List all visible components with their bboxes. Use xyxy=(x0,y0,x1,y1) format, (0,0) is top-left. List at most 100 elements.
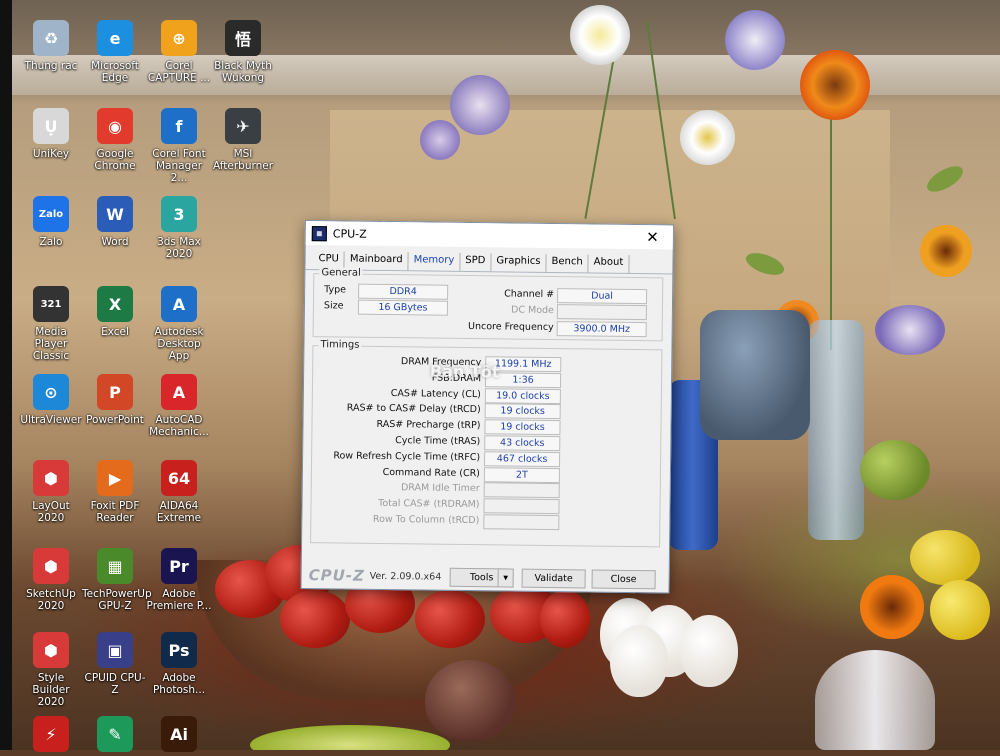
timing-value xyxy=(483,498,560,515)
desktop-icon-black-myth[interactable]: 悟 Black Myth Wukong xyxy=(210,20,276,84)
desktop-icon-corel-capture[interactable]: ⊕ Corel CAPTURE ... xyxy=(146,20,212,84)
aida64-icon: 64 xyxy=(161,460,197,496)
desktop-icon-label: TechPowerUp GPU-Z xyxy=(82,588,152,612)
timing-label: Row To Column (tRCD) xyxy=(372,513,480,527)
layout-icon: ⬢ xyxy=(33,460,69,496)
desktop-icon-excel[interactable]: X Excel xyxy=(82,286,148,338)
close-button[interactable]: Close xyxy=(591,569,656,590)
timing-value: 2T xyxy=(483,466,560,483)
desktop-icon-gpuz[interactable]: ▦ TechPowerUp GPU-Z xyxy=(82,548,152,612)
desktop-icon-label: UltraViewer xyxy=(20,414,82,426)
desktop-icon-cpuz[interactable]: ▣ CPUID CPU-Z xyxy=(82,632,148,696)
type-value: DDR4 xyxy=(358,283,449,300)
tab-graphics[interactable]: Graphics xyxy=(491,253,547,272)
desktop-icon-sketchup[interactable]: ⬢ SketchUp 2020 xyxy=(18,548,84,612)
desktop-icon-label: Adobe Photosh... xyxy=(152,672,206,696)
desktop-icon-aida64[interactable]: 64 AIDA64 Extreme xyxy=(146,460,212,524)
desktop-icon-label: Microsoft Edge xyxy=(91,60,139,84)
excel-icon: X xyxy=(97,286,133,322)
desktop-icon-label: CPUID CPU-Z xyxy=(84,672,146,696)
dc-mode-value xyxy=(556,304,647,321)
uncore-frequency-label: Uncore Frequency xyxy=(467,321,554,334)
timing-value: 19 clocks xyxy=(484,403,561,420)
timing-value xyxy=(483,482,560,499)
wallpaper-leaf xyxy=(923,161,967,197)
wallpaper-peppers xyxy=(860,440,930,500)
wallpaper-fig xyxy=(425,660,515,740)
wallpaper-flower xyxy=(800,50,870,120)
desktop-icon-label: LayOut 2020 xyxy=(32,500,70,524)
desktop-icon-style-builder[interactable]: ⬢ Style Builder 2020 xyxy=(18,632,84,708)
wallpaper-tomato xyxy=(540,590,590,648)
wallpaper-tomato xyxy=(280,590,350,648)
general-group: General Type DDR4 Size 16 GBytes Channel… xyxy=(312,267,664,342)
tools-dropdown-button[interactable]: ▾ xyxy=(497,568,514,588)
uncore-frequency-value: 3900.0 MHz xyxy=(556,321,647,338)
desktop-icon-label: PowerPoint xyxy=(86,414,144,426)
wallpaper-stem xyxy=(830,110,832,350)
desktop-icon-recycle-bin[interactable]: ♻ Thung rac xyxy=(18,20,84,72)
desktop-icon-autocad[interactable]: A AutoCAD Mechanic... xyxy=(146,374,212,438)
corel-font-icon: f xyxy=(161,108,197,144)
desktop-icon-media-player[interactable]: 321 Media Player Classic xyxy=(18,286,84,362)
desktop-icon-label: Zalo xyxy=(39,236,63,248)
tab-about[interactable]: About xyxy=(588,254,630,273)
zalo-icon: Zalo xyxy=(33,196,69,232)
3dsmax-icon: 3 xyxy=(161,196,197,232)
wallpaper-flower xyxy=(920,225,972,277)
desktop-icon-illustrator[interactable]: Ai xyxy=(146,716,212,756)
desktop-icon-autodesk[interactable]: A Autodesk Desktop App xyxy=(146,286,212,362)
desktop-icon-chrome[interactable]: ◉ Google Chrome xyxy=(82,108,148,172)
channel-value: Dual xyxy=(557,288,648,305)
general-legend: General xyxy=(319,267,363,279)
size-value: 16 GBytes xyxy=(357,299,449,316)
timings-legend: Timings xyxy=(318,339,362,351)
desktop-icon-msi-afterburner[interactable]: ✈ MSI Afterburner xyxy=(210,108,276,172)
timing-label: Row Refresh Cycle Time (tRFC) xyxy=(333,450,481,463)
desktop-icon-label: Google Chrome xyxy=(94,148,136,172)
cpuz-window[interactable]: CPU-Z ✕ CPU Mainboard Memory SPD Graphics Ben… xyxy=(300,220,674,594)
desktop-icon-premiere[interactable]: Pr Adobe Premiere P... xyxy=(146,548,212,612)
photoshop-icon: Ps xyxy=(161,632,197,668)
timing-label: Cycle Time (tRAS) xyxy=(395,435,481,448)
close-icon[interactable]: ✕ xyxy=(646,228,659,246)
desktop-icon-ultraviewer[interactable]: ⊙ UltraViewer xyxy=(18,374,84,426)
validate-button[interactable]: Validate xyxy=(521,568,586,589)
desktop-icon-corel-font[interactable]: f Corel Font Manager 2... xyxy=(146,108,212,184)
premiere-icon: Pr xyxy=(161,548,197,584)
desktop-icon-edge[interactable]: e Microsoft Edge xyxy=(82,20,148,84)
desktop-icon-word[interactable]: W Word xyxy=(82,196,148,248)
tools-button-label: Tools xyxy=(469,572,494,584)
wallpaper-flower xyxy=(680,110,735,165)
wallpaper-glass-vase xyxy=(815,650,935,750)
media-player-icon: 321 xyxy=(33,286,69,322)
wallpaper-lemon xyxy=(910,530,980,585)
desktop-icon-3dsmax[interactable]: 3 3ds Max 2020 xyxy=(146,196,212,260)
size-label: Size xyxy=(323,300,344,312)
dc-mode-label: DC Mode xyxy=(510,304,554,317)
gpuz-icon: ▦ xyxy=(97,548,133,584)
powerpoint-icon: P xyxy=(97,374,133,410)
timing-label: Command Rate (CR) xyxy=(382,466,480,479)
tab-memory[interactable]: Memory xyxy=(408,252,461,271)
autodesk-icon: A xyxy=(161,286,197,322)
desktop-icon-app-red[interactable]: ⚡ xyxy=(18,716,84,756)
wallpaper-flower xyxy=(420,120,460,160)
wallpaper-mortar xyxy=(700,310,810,440)
type-label: Type xyxy=(324,284,347,296)
desktop-icon-layout[interactable]: ⬢ LayOut 2020 xyxy=(18,460,84,524)
desktop-icon-zalo[interactable]: Zalo Zalo xyxy=(18,196,84,248)
desktop-icon-photoshop[interactable]: Ps Adobe Photosh... xyxy=(146,632,212,696)
edge-icon: e xyxy=(97,20,133,56)
desktop-icon-unikey[interactable]: Ụ UniKey xyxy=(18,108,84,160)
unikey-icon: Ụ xyxy=(33,108,69,144)
desktop-icon-powerpoint[interactable]: P PowerPoint xyxy=(82,374,148,426)
tab-spd[interactable]: SPD xyxy=(460,252,492,272)
wallpaper-egg xyxy=(680,615,738,687)
desktop-icon-label: 3ds Max 2020 xyxy=(157,236,201,260)
desktop-icon-foxit[interactable]: ▶ Foxit PDF Reader xyxy=(82,460,148,524)
window-titlebar[interactable]: CPU-Z ✕ xyxy=(305,221,673,250)
wallpaper-flower xyxy=(450,75,510,135)
tab-bench[interactable]: Bench xyxy=(546,253,589,273)
desktop-icon-app-green[interactable]: ✎ xyxy=(82,716,148,756)
